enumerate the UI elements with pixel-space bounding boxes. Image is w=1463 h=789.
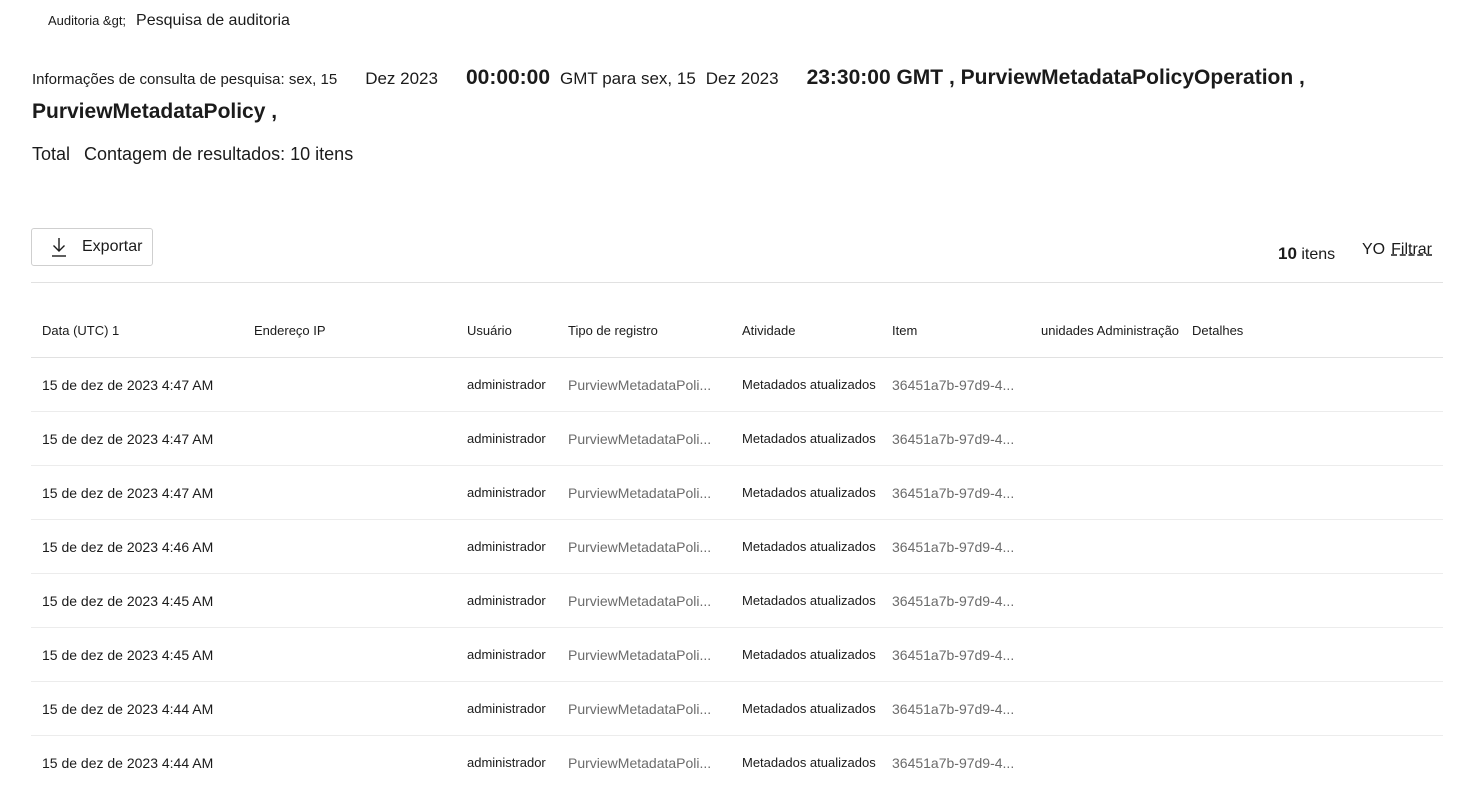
result-total: Total Contagem de resultados: 10 itens — [32, 144, 353, 165]
breadcrumb: Auditoria &gt; Pesquisa de auditoria — [48, 12, 290, 30]
cell-item: 36451a7b-97d9-4... — [892, 646, 1015, 663]
cell-item: 36451a7b-97d9-4... — [892, 538, 1015, 555]
cell-date: 15 de dez de 2023 4:47 AM — [42, 484, 214, 501]
table-row[interactable]: 15 de dez de 2023 4:47 AM administrador … — [31, 412, 1443, 466]
items-count-suffix: itens — [1301, 246, 1336, 263]
cell-user: administrador — [467, 593, 546, 608]
total-count-text: Contagem de resultados: 10 itens — [84, 144, 354, 164]
cell-record-type: PurviewMetadataPoli... — [568, 430, 712, 447]
cell-user: administrador — [467, 701, 546, 716]
cell-item: 36451a7b-97d9-4... — [892, 376, 1015, 393]
cell-record-type: PurviewMetadataPoli... — [568, 376, 712, 393]
cell-record-type: PurviewMetadataPoli... — [568, 646, 712, 663]
table-row[interactable]: 15 de dez de 2023 4:44 AM administrador … — [31, 682, 1443, 736]
cell-date: 15 de dez de 2023 4:46 AM — [42, 538, 214, 555]
table-row[interactable]: 15 de dez de 2023 4:47 AM administrador … — [31, 466, 1443, 520]
cell-date: 15 de dez de 2023 4:47 AM — [42, 430, 214, 447]
column-header-details[interactable]: Detalhes — [1181, 323, 1381, 338]
cell-record-type: PurviewMetadataPoli... — [568, 700, 712, 717]
cell-activity: Metadados atualizados — [742, 485, 876, 500]
cell-user: administrador — [467, 485, 546, 500]
results-table: Data (UTC) 1 Endereço IP Usuário Tipo de… — [31, 304, 1443, 789]
query-policy: PurviewMetadataPolicy , — [32, 100, 278, 123]
query-gmt-to: GMT para sex, 15 — [560, 69, 696, 88]
column-header-item[interactable]: Item — [881, 323, 1030, 338]
query-date-end: Dez 2023 — [705, 69, 779, 88]
cell-date: 15 de dez de 2023 4:44 AM — [42, 700, 214, 717]
column-header-activity[interactable]: Atividade — [731, 323, 881, 338]
items-count-number: 10 — [1278, 244, 1297, 263]
query-info: Informações de consulta de pesquisa: sex… — [32, 62, 1432, 130]
items-count: 10 itens — [1278, 244, 1335, 264]
cell-record-type: PurviewMetadataPoli... — [568, 754, 712, 771]
query-time-start: 00:00:00 — [465, 66, 551, 89]
table-header: Data (UTC) 1 Endereço IP Usuário Tipo de… — [31, 304, 1443, 358]
filter-label: Filtrar — [1391, 241, 1433, 258]
table-row[interactable]: 15 de dez de 2023 4:46 AM administrador … — [31, 520, 1443, 574]
table-row[interactable]: 15 de dez de 2023 4:47 AM administrador … — [31, 358, 1443, 412]
cell-date: 15 de dez de 2023 4:45 AM — [42, 592, 214, 609]
cell-activity: Metadados atualizados — [742, 593, 876, 608]
cell-item: 36451a7b-97d9-4... — [892, 754, 1015, 771]
column-header-user[interactable]: Usuário — [456, 323, 557, 338]
cell-item: 36451a7b-97d9-4... — [892, 700, 1015, 717]
cell-item: 36451a7b-97d9-4... — [892, 430, 1015, 447]
export-label: Exportar — [82, 238, 143, 255]
divider — [31, 282, 1443, 283]
cell-user: administrador — [467, 377, 546, 392]
cell-user: administrador — [467, 755, 546, 770]
cell-record-type: PurviewMetadataPoli... — [568, 592, 712, 609]
cell-activity: Metadados atualizados — [742, 431, 876, 446]
cell-user: administrador — [467, 431, 546, 446]
cell-activity: Metadados atualizados — [742, 701, 876, 716]
breadcrumb-parent[interactable]: Auditoria &gt; — [48, 13, 126, 28]
cell-item: 36451a7b-97d9-4... — [892, 484, 1015, 501]
cell-activity: Metadados atualizados — [742, 377, 876, 392]
column-header-date[interactable]: Data (UTC) 1 — [31, 323, 243, 338]
filter-icon: YO — [1362, 241, 1386, 258]
table-row[interactable]: 15 de dez de 2023 4:45 AM administrador … — [31, 628, 1443, 682]
cell-date: 15 de dez de 2023 4:45 AM — [42, 646, 214, 663]
query-date-start: Dez 2023 — [365, 69, 438, 88]
cell-date: 15 de dez de 2023 4:44 AM — [42, 754, 214, 771]
cell-user: administrador — [467, 647, 546, 662]
query-time-end: 23:30:00 GMT , PurviewMetadataPolicyOper… — [806, 66, 1305, 89]
breadcrumb-current: Pesquisa de auditoria — [136, 12, 290, 29]
cell-activity: Metadados atualizados — [742, 539, 876, 554]
table-row[interactable]: 15 de dez de 2023 4:44 AM administrador … — [31, 736, 1443, 789]
total-label: Total — [32, 144, 71, 164]
cell-record-type: PurviewMetadataPoli... — [568, 538, 712, 555]
table-row[interactable]: 15 de dez de 2023 4:45 AM administrador … — [31, 574, 1443, 628]
audit-search-page: Auditoria &gt; Pesquisa de auditoria Inf… — [0, 0, 1463, 789]
query-label: Informações de consulta de pesquisa: sex… — [32, 71, 338, 88]
column-header-record-type[interactable]: Tipo de registro — [557, 323, 731, 338]
cell-record-type: PurviewMetadataPoli... — [568, 484, 712, 501]
cell-date: 15 de dez de 2023 4:47 AM — [42, 376, 214, 393]
cell-activity: Metadados atualizados — [742, 755, 876, 770]
column-header-ip[interactable]: Endereço IP — [243, 323, 456, 338]
filter-button[interactable]: YO Filtrar — [1362, 241, 1432, 259]
download-icon — [52, 238, 66, 257]
column-header-admin-units[interactable]: unidades Administração — [1030, 323, 1181, 338]
cell-activity: Metadados atualizados — [742, 647, 876, 662]
cell-item: 36451a7b-97d9-4... — [892, 592, 1015, 609]
cell-user: administrador — [467, 539, 546, 554]
export-button[interactable]: Exportar — [31, 228, 153, 266]
